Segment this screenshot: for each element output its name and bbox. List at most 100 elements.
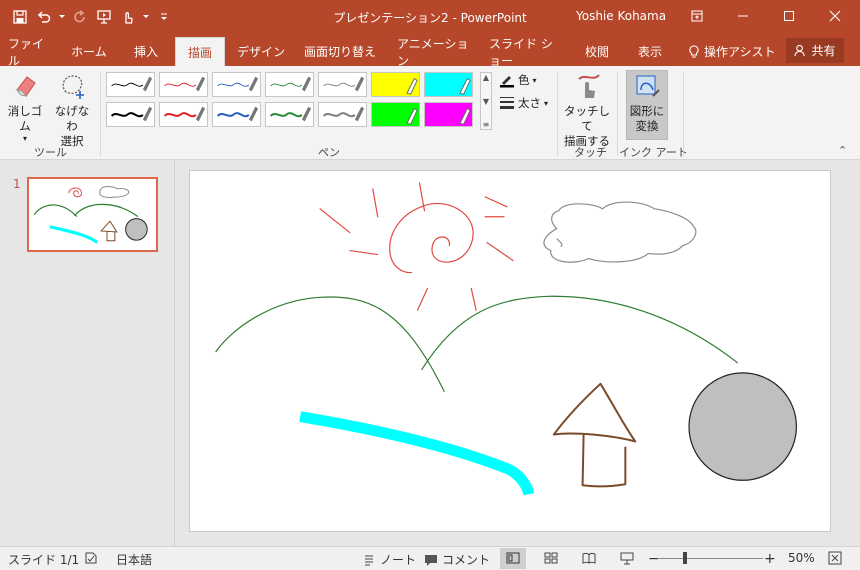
- pen-icon: [217, 76, 259, 92]
- gallery-more-icon[interactable]: ≡: [483, 120, 490, 129]
- tab-file[interactable]: ファイル: [4, 37, 58, 68]
- cyan-highlighter-stroke[interactable]: [299, 411, 535, 496]
- tools-group-label: ツール: [34, 146, 67, 159]
- slide-show-icon[interactable]: [620, 551, 634, 565]
- pen-icon: [322, 106, 365, 122]
- slide-thumbnail-pane: 1: [0, 161, 174, 546]
- zoom-level[interactable]: 50%: [788, 551, 815, 565]
- pen-swatch[interactable]: [265, 72, 314, 97]
- gray-circle-shape[interactable]: [688, 372, 798, 481]
- pen-icon: [163, 106, 206, 122]
- group-divider: [683, 72, 684, 156]
- hills-sketch[interactable]: [215, 295, 739, 393]
- ink-to-shape-icon: [631, 70, 663, 102]
- touch-label-line1: タッチして: [564, 104, 610, 133]
- slide-sorter-icon[interactable]: [544, 551, 558, 565]
- eraser-button[interactable]: 消しゴム ▾: [6, 70, 44, 144]
- ribbon-display-options-icon[interactable]: [674, 0, 720, 32]
- touch-draw-icon: [571, 70, 603, 102]
- normal-view-icon: [506, 551, 520, 565]
- pen-gallery-scroll: ▲ ▼ ≡: [480, 72, 492, 130]
- save-icon[interactable]: [8, 6, 32, 28]
- collapse-ribbon-icon[interactable]: ⌃: [838, 144, 847, 157]
- slide-thumbnail[interactable]: [27, 177, 158, 252]
- cloud-sketch[interactable]: [543, 201, 697, 263]
- pen-swatch[interactable]: [159, 102, 208, 127]
- pen-icon: [164, 76, 206, 92]
- tab-home[interactable]: ホーム: [64, 37, 114, 66]
- pen-swatch[interactable]: [318, 72, 367, 97]
- language-indicator[interactable]: 日本語: [116, 551, 152, 568]
- house-sketch[interactable]: [552, 382, 637, 488]
- touch-mode-dropdown-icon[interactable]: [140, 6, 152, 28]
- scroll-down-icon[interactable]: ▼: [483, 97, 489, 106]
- fit-to-window-icon[interactable]: [828, 551, 842, 565]
- pen-swatch[interactable]: [106, 102, 155, 127]
- group-divider: [617, 72, 618, 156]
- minimize-icon[interactable]: [720, 0, 766, 32]
- pen-swatch[interactable]: [212, 102, 261, 127]
- tab-review[interactable]: 校閲: [578, 37, 616, 66]
- ink-to-shape-label-line1: 図形に: [629, 104, 665, 118]
- redo-icon[interactable]: [68, 6, 92, 28]
- eraser-dropdown-icon[interactable]: ▾: [23, 134, 27, 144]
- pen-thickness-button[interactable]: 太さ ▾: [499, 95, 548, 111]
- ink-drawing: [215, 182, 798, 496]
- ribbon-tabs: ファイル ホーム 挿入 描画 デザイン 画面切り替え アニメーション スライド …: [0, 34, 860, 68]
- pen-swatch[interactable]: [424, 72, 473, 97]
- slide-canvas[interactable]: [189, 170, 831, 532]
- pen-swatch[interactable]: [159, 72, 208, 97]
- status-bar: スライド 1/1 日本語 ノート コメント − + 50%: [0, 546, 860, 570]
- pen-icon: [111, 76, 153, 92]
- thumbnail-preview: [33, 186, 148, 244]
- tab-view[interactable]: 表示: [628, 37, 672, 66]
- tell-me-label: 操作アシスト: [704, 45, 776, 59]
- pen-gallery: [106, 72, 480, 130]
- notes-icon: [365, 555, 373, 565]
- pen-swatch[interactable]: [371, 72, 420, 97]
- customize-qat-icon[interactable]: [152, 6, 176, 28]
- user-name[interactable]: Yoshie Kohama: [576, 9, 666, 23]
- tab-insert[interactable]: 挿入: [122, 37, 170, 66]
- scroll-up-icon[interactable]: ▲: [483, 73, 489, 82]
- pen-swatch[interactable]: [265, 102, 314, 127]
- eraser-label: 消しゴム: [7, 104, 43, 133]
- undo-icon[interactable]: [32, 6, 56, 28]
- reading-view-icon[interactable]: [582, 551, 596, 565]
- tab-animations[interactable]: アニメーション: [393, 37, 473, 68]
- sun-sketch[interactable]: [319, 182, 514, 311]
- lasso-icon: [56, 70, 88, 102]
- title-bar: プレゼンテーション2 - PowerPoint Yoshie Kohama: [0, 0, 860, 34]
- ink-to-shape-label-line2: 変換: [635, 119, 659, 133]
- draw-with-touch-button[interactable]: タッチして 描画する: [562, 70, 612, 149]
- zoom-slider[interactable]: [659, 558, 763, 559]
- undo-dropdown-icon[interactable]: [56, 6, 68, 28]
- pen-swatch[interactable]: [371, 102, 420, 127]
- highlighter-icon: [459, 77, 471, 95]
- zoom-in-icon[interactable]: +: [764, 551, 776, 567]
- pen-swatch[interactable]: [318, 102, 367, 127]
- pen-swatch[interactable]: [212, 72, 261, 97]
- share-button[interactable]: 共有: [786, 38, 844, 63]
- tab-draw[interactable]: 描画: [175, 37, 225, 66]
- quick-access-toolbar: [8, 6, 176, 28]
- tab-transitions[interactable]: 画面切り替え: [300, 37, 380, 66]
- spell-check-icon[interactable]: [84, 551, 98, 565]
- maximize-icon[interactable]: [766, 0, 812, 32]
- tell-me-box[interactable]: 操作アシスト: [688, 37, 776, 66]
- pen-color-button[interactable]: 色 ▾: [499, 72, 537, 88]
- comments-button[interactable]: コメント: [424, 551, 490, 568]
- zoom-slider-thumb[interactable]: [683, 552, 687, 564]
- close-icon[interactable]: [812, 0, 858, 32]
- pen-swatch[interactable]: [424, 102, 473, 127]
- notes-button[interactable]: ノート: [362, 551, 416, 568]
- touch-mode-icon[interactable]: [116, 6, 140, 28]
- present-from-start-icon[interactable]: [92, 6, 116, 28]
- tab-slide-show[interactable]: スライド ショー: [485, 37, 563, 68]
- tab-design[interactable]: デザイン: [232, 37, 290, 66]
- zoom-out-icon[interactable]: −: [648, 551, 660, 567]
- highlighter-icon: [459, 107, 471, 125]
- pen-swatch[interactable]: [106, 72, 155, 97]
- lasso-select-button[interactable]: なげなわ 選択: [50, 70, 94, 149]
- lasso-label-line1: なげなわ: [54, 104, 90, 133]
